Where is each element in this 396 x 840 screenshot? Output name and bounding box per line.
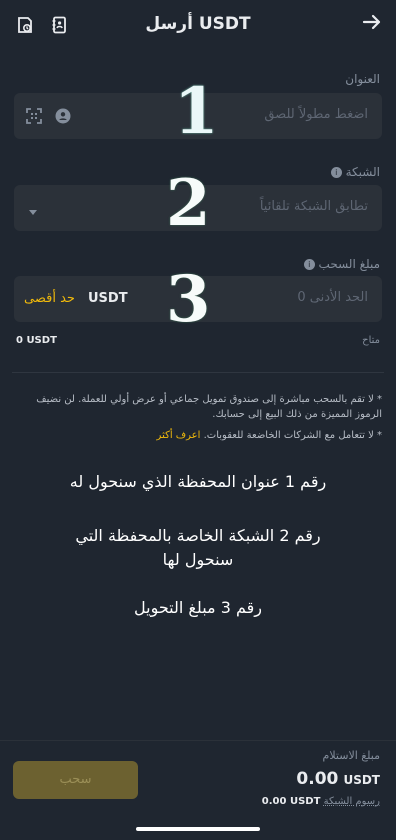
annotation-number-1: 1 (174, 74, 219, 149)
footer: مبلغ الاستلام 0.00 USDT 0.00 USDT رسوم ا… (0, 740, 396, 840)
sanctions-note: * لا تتعامل مع الشركات الخاضعة للعقوبات.… (10, 428, 382, 443)
amount-label: i مبلغ السحب (303, 257, 380, 271)
receive-value: 0.00 (296, 769, 339, 789)
contact-icon[interactable] (55, 108, 71, 128)
address-placeholder: اضغط مطولاً للصق (264, 107, 368, 122)
sanctions-text: * لا تتعامل مع الشركات الخاضعة للعقوبات. (203, 430, 382, 441)
info-icon[interactable]: i (303, 259, 315, 270)
address-label: العنوان (345, 72, 380, 86)
network-placeholder: تطابق الشبكة تلقائياً (259, 199, 368, 214)
scan-icon[interactable] (26, 108, 42, 128)
fee-value: 0.00 USDT (261, 796, 321, 807)
available-value: 0 USDT (16, 335, 57, 346)
caret-down-icon (28, 202, 38, 221)
network-label: i الشبكة (330, 165, 380, 179)
receive-currency: USDT (343, 773, 380, 787)
page-title: أرسل USDT (145, 14, 251, 34)
annotation-number-2: 2 (166, 166, 211, 241)
warning-note: * لا تقم بالسحب مباشرة إلى صندوق تمويل ج… (36, 394, 382, 420)
arrow-right-icon[interactable] (362, 12, 382, 38)
amount-label-text: مبلغ السحب (318, 257, 380, 271)
withdraw-button[interactable]: سحب (13, 761, 138, 799)
home-indicator (136, 827, 260, 831)
available-label: متاح (362, 335, 380, 346)
caption-2: رقم 2 الشبكة الخاصة بالمحفظة التي سنحول … (75, 526, 321, 569)
amount-currency: USDT (88, 291, 128, 306)
annotation-number-3: 3 (166, 262, 211, 337)
amount-placeholder: الحد الأدنى 0 (297, 290, 368, 305)
caption-3: رقم 3 مبلغ التحويل (134, 598, 262, 617)
learn-more-link[interactable]: اعرف أكثر (157, 430, 201, 441)
network-fee: 0.00 USDT رسوم الشبكة (262, 796, 380, 807)
fee-label: رسوم الشبكة (323, 796, 380, 807)
caption-1: رقم 1 عنوان المحفظة الذي سنحول له (69, 472, 327, 491)
max-button[interactable]: حد أقصى (24, 291, 75, 306)
header: أرسل USDT (0, 0, 396, 52)
receive-amount: 0.00 USDT (296, 769, 380, 789)
network-label-text: الشبكة (345, 165, 380, 179)
divider (12, 372, 384, 373)
info-icon[interactable]: i (330, 167, 342, 178)
receive-label: مبلغ الاستلام (322, 749, 380, 762)
